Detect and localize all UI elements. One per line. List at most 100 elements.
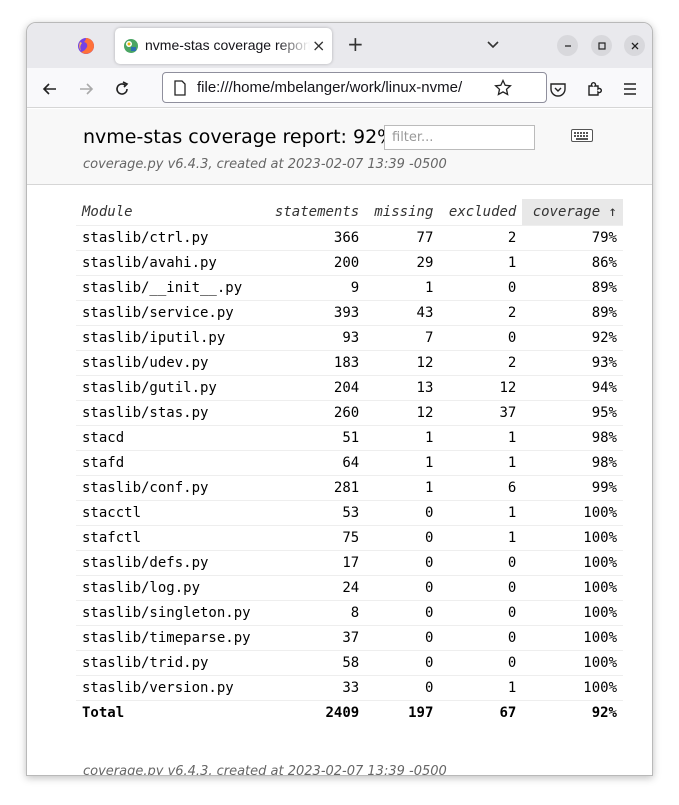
module-link[interactable]: staslib/ctrl.py (76, 225, 265, 251)
cell-excluded: 0 (439, 575, 523, 601)
cell-excluded: 2 (439, 350, 523, 376)
module-link[interactable]: stacd (76, 425, 265, 451)
cell-coverage: 100% (522, 500, 623, 526)
table-row: staslib/ctrl.py 366 77 2 79% (76, 225, 623, 251)
cell-statements: 8 (264, 600, 366, 626)
new-tab-button[interactable]: + (347, 32, 364, 56)
cell-coverage: 79% (522, 225, 623, 251)
table-row: staslib/service.py 393 43 2 89% (76, 300, 623, 326)
cell-missing: 43 (365, 300, 440, 326)
table-row: staslib/iputil.py 93 7 0 92% (76, 325, 623, 351)
close-window-button[interactable] (624, 35, 645, 56)
table-row: stacctl 53 0 1 100% (76, 500, 623, 526)
header-statements[interactable]: statements (264, 199, 366, 226)
footer-created-info: coverage.py v6.4.3, created at 2023-02-0… (83, 764, 447, 776)
table-row: stacd 51 1 1 98% (76, 425, 623, 451)
module-link[interactable]: staslib/log.py (76, 575, 265, 601)
cell-statements: 37 (264, 625, 366, 651)
pocket-icon[interactable] (549, 80, 567, 98)
cell-missing: 0 (365, 675, 440, 701)
cell-coverage: 100% (522, 525, 623, 551)
extensions-icon[interactable] (585, 80, 603, 98)
cell-missing: 0 (365, 500, 440, 526)
cell-missing: 12 (365, 350, 440, 376)
report-header: nvme-stas coverage report: 92% coverage.… (27, 109, 652, 185)
cell-excluded: 37 (439, 400, 523, 426)
module-link[interactable]: staslib/singleton.py (76, 600, 265, 626)
header-coverage[interactable]: coverage ↑ (522, 199, 623, 226)
cell-statements: 200 (264, 250, 366, 276)
page-content: nvme-stas coverage report: 92% coverage.… (27, 109, 652, 776)
header-module[interactable]: Module (76, 199, 265, 226)
tab-active[interactable]: nvme-stas coverage report × (115, 28, 332, 64)
module-link[interactable]: staslib/timeparse.py (76, 625, 265, 651)
table-row: staslib/version.py 33 0 1 100% (76, 675, 623, 701)
cell-coverage: 89% (522, 275, 623, 301)
browser-window: nvme-stas coverage report × + file:///ho… (26, 22, 653, 776)
minimize-icon (564, 44, 571, 47)
module-link[interactable]: staslib/stas.py (76, 400, 265, 426)
tab-list-icon[interactable] (485, 36, 501, 52)
cell-coverage: 100% (522, 600, 623, 626)
cell-excluded: 2 (439, 300, 523, 326)
tab-title: nvme-stas coverage report (145, 37, 310, 53)
table-row: staslib/defs.py 17 0 0 100% (76, 550, 623, 576)
keyboard-icon[interactable] (571, 129, 593, 142)
maximize-button[interactable] (591, 35, 612, 56)
tab-favicon (124, 39, 138, 53)
table-row: staslib/timeparse.py 37 0 0 100% (76, 625, 623, 651)
cell-excluded: 1 (439, 425, 523, 451)
cell-statements: 183 (264, 350, 366, 376)
forward-icon[interactable] (77, 80, 95, 98)
module-link[interactable]: stafd (76, 450, 265, 476)
module-link[interactable]: staslib/iputil.py (76, 325, 265, 351)
cell-statements: 93 (264, 325, 366, 351)
module-link[interactable]: staslib/udev.py (76, 350, 265, 376)
page-icon (174, 80, 186, 96)
cell-statements: 53 (264, 500, 366, 526)
cell-coverage: 99% (522, 475, 623, 501)
table-row: staslib/__init__.py 9 1 0 89% (76, 275, 623, 301)
url-bar[interactable]: file:///home/mbelanger/work/linux-nvme/ (162, 72, 547, 103)
table-row: staslib/trid.py 58 0 0 100% (76, 650, 623, 676)
header-missing[interactable]: missing (365, 199, 440, 226)
module-link[interactable]: staslib/service.py (76, 300, 265, 326)
module-link[interactable]: staslib/trid.py (76, 650, 265, 676)
module-link[interactable]: staslib/avahi.py (76, 250, 265, 276)
filter-input[interactable] (384, 125, 535, 150)
cell-statements: 58 (264, 650, 366, 676)
nav-toolbar: file:///home/mbelanger/work/linux-nvme/ (27, 68, 652, 108)
module-link[interactable]: staslib/defs.py (76, 550, 265, 576)
cell-excluded: 1 (439, 500, 523, 526)
module-link[interactable]: staslib/conf.py (76, 475, 265, 501)
firefox-icon[interactable] (77, 37, 95, 55)
cell-statements: 281 (264, 475, 366, 501)
cell-missing: 0 (365, 525, 440, 551)
cell-statements: 64 (264, 450, 366, 476)
cell-missing: 0 (365, 575, 440, 601)
cell-statements: 51 (264, 425, 366, 451)
cell-excluded: 0 (439, 625, 523, 651)
module-link[interactable]: staslib/gutil.py (76, 375, 265, 401)
cell-statements: 260 (264, 400, 366, 426)
reload-icon[interactable] (113, 80, 131, 98)
back-icon[interactable] (41, 80, 59, 98)
bookmark-star-icon[interactable] (494, 79, 512, 97)
menu-icon[interactable] (621, 80, 639, 98)
total-excluded: 67 (499, 704, 517, 721)
module-link[interactable]: stacctl (76, 500, 265, 526)
module-link[interactable]: staslib/__init__.py (76, 275, 265, 301)
module-link[interactable]: staslib/version.py (76, 675, 265, 701)
cell-missing: 1 (365, 275, 440, 301)
module-link[interactable]: stafctl (76, 525, 265, 551)
table-header-row: Module statements missing excluded cover… (76, 199, 623, 226)
cell-statements: 366 (264, 225, 366, 251)
tab-close-button[interactable]: × (312, 36, 325, 55)
cell-coverage: 100% (522, 625, 623, 651)
minimize-button[interactable] (557, 35, 578, 56)
table-row: staslib/udev.py 183 12 2 93% (76, 350, 623, 376)
header-excluded[interactable]: excluded (439, 199, 523, 226)
cell-missing: 13 (365, 375, 440, 401)
page-title: nvme-stas coverage report: 92% (83, 126, 396, 148)
cell-missing: 1 (365, 450, 440, 476)
